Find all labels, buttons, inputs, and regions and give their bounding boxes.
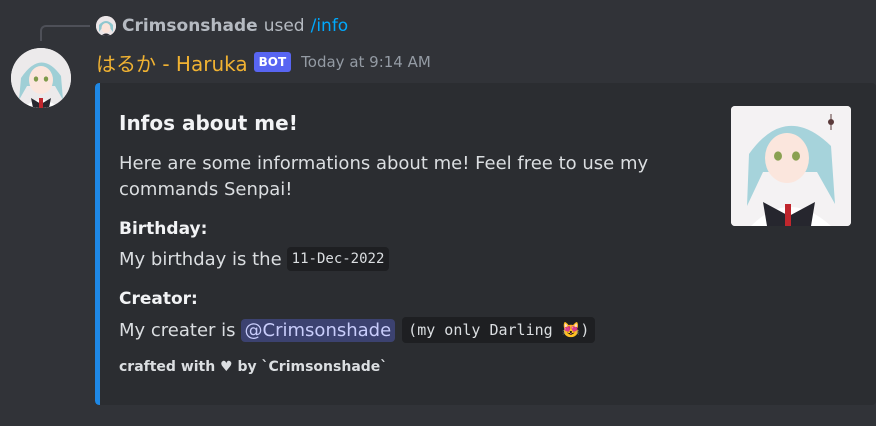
chat-message: Crimsonshade used /info はるか - Haruka BOT… xyxy=(0,0,876,426)
reply-command[interactable]: /info xyxy=(311,16,349,36)
author-username[interactable]: はるか - Haruka xyxy=(96,48,248,77)
embed-thumbnail[interactable] xyxy=(731,106,851,226)
birthday-code: 11-Dec-2022 xyxy=(286,247,390,271)
creator-code: (my only Darling 😻) xyxy=(402,317,596,343)
field-creator-text: My creater is xyxy=(119,319,236,341)
user-mention[interactable]: @Crimsonshade xyxy=(240,318,396,342)
field-birthday-name: Birthday: xyxy=(119,219,208,239)
anime-girl-thumbnail-icon xyxy=(731,106,851,226)
reply-reference[interactable]: Crimsonshade used /info xyxy=(96,14,348,38)
field-creator-name: Creator: xyxy=(119,289,198,309)
field-creator-value: My creater is @Crimsonshade (my only Dar… xyxy=(119,317,596,343)
embed-description: Here are some informations about me! Fee… xyxy=(119,153,649,200)
field-birthday-text: My birthday is the xyxy=(119,248,282,270)
embed-card: Infos about me! Here are some informatio… xyxy=(95,83,876,405)
message-timestamp[interactable]: Today at 9:14 AM xyxy=(301,53,431,71)
embed-accent-bar xyxy=(95,83,100,405)
message-header: はるか - Haruka BOT Today at 9:14 AM xyxy=(96,48,431,76)
anime-girl-icon xyxy=(11,48,71,108)
reply-used-text: used xyxy=(263,16,305,36)
avatar[interactable] xyxy=(11,48,71,108)
anime-girl-icon xyxy=(96,16,116,36)
embed-title: Infos about me! xyxy=(119,111,298,135)
embed-footer: crafted with ♥ by `Crimsonshade` xyxy=(119,359,388,375)
reply-connector xyxy=(40,25,90,41)
reply-username[interactable]: Crimsonshade xyxy=(122,16,258,36)
bot-badge: BOT xyxy=(253,52,292,72)
reply-avatar[interactable] xyxy=(96,16,116,36)
field-birthday-value: My birthday is the 11-Dec-2022 xyxy=(119,247,390,271)
